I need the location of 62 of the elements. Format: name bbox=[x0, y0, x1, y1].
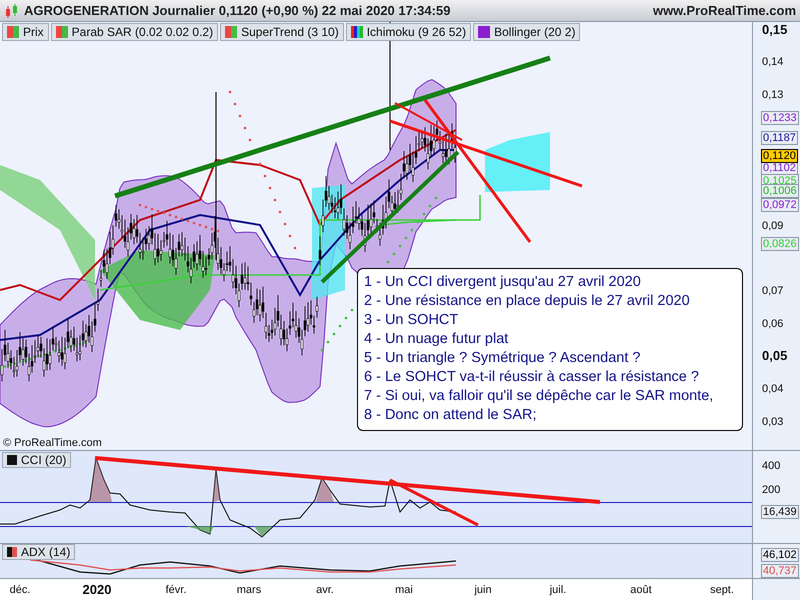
color-swatch-icon bbox=[350, 26, 363, 38]
color-swatch-icon bbox=[56, 26, 68, 38]
axis-label: 400 bbox=[762, 460, 780, 472]
axis-label: 0,04 bbox=[762, 383, 784, 395]
cci-peak-area bbox=[213, 470, 220, 502]
color-swatch-icon bbox=[478, 26, 490, 38]
axis-label: 0,06 bbox=[762, 318, 784, 330]
axis-label: déc. bbox=[10, 583, 30, 597]
axis-label: 0,15 bbox=[762, 23, 788, 37]
axis-label: 0,13 bbox=[762, 89, 784, 101]
indicator-legend-item[interactable]: Parab SAR (0.02 0.02 0.2) bbox=[50, 23, 218, 41]
price-label: 0,0826 bbox=[761, 237, 799, 251]
indicator-legend-item[interactable]: Bollinger (20 2) bbox=[473, 23, 580, 41]
color-swatch-icon bbox=[225, 26, 238, 38]
annotation-text: 8 - Donc on attend le SAR; bbox=[364, 406, 538, 425]
annotation-text: 4 - Un nuage futur plat bbox=[364, 330, 510, 349]
cci-peak-area bbox=[316, 478, 334, 502]
indicator-value-label: 40,737 bbox=[761, 564, 799, 578]
cci-peak-area bbox=[90, 458, 112, 502]
color-swatch-icon bbox=[7, 455, 17, 465]
indicator-legend-item[interactable]: Ichimoku (9 26 52) bbox=[346, 23, 472, 41]
axis-label: avr. bbox=[316, 583, 334, 597]
indicator-legend-item[interactable]: ADX (14) bbox=[2, 544, 76, 560]
color-swatch-icon bbox=[7, 26, 19, 38]
indicator-legend-item[interactable]: SuperTrend (3 10) bbox=[220, 23, 344, 41]
cci-trough-area bbox=[254, 526, 272, 537]
annotation-text: 6 - Le SOHCT va-t-il réussir à casser la résistance ? bbox=[364, 368, 700, 387]
price-label: 0,1120 bbox=[761, 149, 798, 163]
price-label: 0,1187 bbox=[761, 131, 798, 145]
annotation-text: 3 - Un SOHCT bbox=[364, 311, 460, 330]
axis-label: 0,09 bbox=[762, 220, 784, 232]
price-label: 0,0972 bbox=[761, 198, 799, 212]
axis-label: août bbox=[630, 583, 652, 597]
price-label: 0,1233 bbox=[761, 111, 799, 125]
indicator-value-label: 16,439 bbox=[761, 505, 799, 519]
indicator-legend-item[interactable]: CCI (20) bbox=[2, 452, 72, 468]
cci-trough-area bbox=[186, 526, 214, 534]
axis-label: sept. bbox=[710, 583, 734, 597]
chart-title: AGROGENERATION Journalier 0,1120 (+0,90 %) 22 mai 2020 17:34:59 bbox=[24, 2, 450, 20]
annotation-text: 1 - Un CCI divergent jusqu'au 27 avril 2020 bbox=[364, 273, 642, 292]
axis-label: 2020 bbox=[82, 583, 112, 597]
candlestick-icon bbox=[4, 2, 20, 18]
axis-label: 0,07 bbox=[762, 285, 784, 297]
website-label: www.ProRealTime.com bbox=[652, 2, 796, 20]
indicator-value-label: 46,102 bbox=[761, 548, 799, 562]
ichimoku-cloud bbox=[485, 132, 550, 192]
axis-label: 0,03 bbox=[762, 416, 784, 428]
axis-label: juin bbox=[474, 583, 492, 597]
annotation-text: 2 - Une résistance en place depuis le 27 avril 2020 bbox=[364, 292, 691, 311]
axis-label: 0,05 bbox=[762, 349, 788, 363]
axis-label: 0,14 bbox=[762, 56, 784, 68]
color-swatch-icon bbox=[7, 547, 17, 557]
axis-label: mai bbox=[395, 583, 413, 597]
price-label: 0,1006 bbox=[761, 184, 799, 198]
annotation-text: 7 - Si oui, va falloir qu'il se dépêche car le SAR monte, bbox=[364, 387, 714, 406]
indicator-legend-item[interactable]: Prix bbox=[2, 23, 49, 41]
copyright-text: © ProRealTime.com bbox=[3, 437, 102, 449]
annotation-text: 5 - Un triangle ? Symétrique ? Ascendant ? bbox=[364, 349, 642, 368]
axis-label: mars bbox=[236, 583, 262, 597]
axis-label: 200 bbox=[762, 484, 780, 496]
axis-label: févr. bbox=[166, 583, 186, 597]
axis-label: juil. bbox=[550, 583, 566, 597]
